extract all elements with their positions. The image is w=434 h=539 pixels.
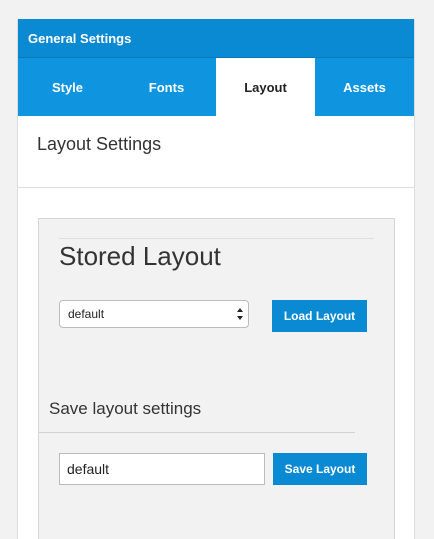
stored-layout-title: Stored Layout: [59, 241, 221, 271]
stored-layout-select[interactable]: default: [59, 300, 249, 328]
save-layout-title: Save layout settings: [49, 399, 202, 418]
tab-assets[interactable]: Assets: [315, 58, 414, 116]
save-layout-divider: [39, 432, 355, 433]
section-divider: [18, 187, 414, 188]
tab-fonts[interactable]: Fonts: [117, 58, 216, 116]
layout-well: Stored Layout default Load Layout Save l…: [38, 218, 395, 539]
layout-name-input[interactable]: [59, 453, 265, 485]
select-arrows-icon: [237, 308, 243, 320]
tab-style[interactable]: Style: [18, 58, 117, 116]
panel-header: General Settings: [18, 19, 414, 58]
general-settings-panel: General Settings Style Fonts Layout Asse…: [17, 19, 415, 539]
save-layout-button[interactable]: Save Layout: [273, 453, 367, 485]
stored-layout-select-value: default: [68, 307, 105, 321]
tab-layout[interactable]: Layout: [216, 58, 315, 116]
section-title: Layout Settings: [37, 134, 162, 154]
load-layout-button[interactable]: Load Layout: [272, 300, 367, 332]
tab-bar: Style Fonts Layout Assets: [18, 58, 414, 116]
well-top-divider: [59, 238, 374, 239]
